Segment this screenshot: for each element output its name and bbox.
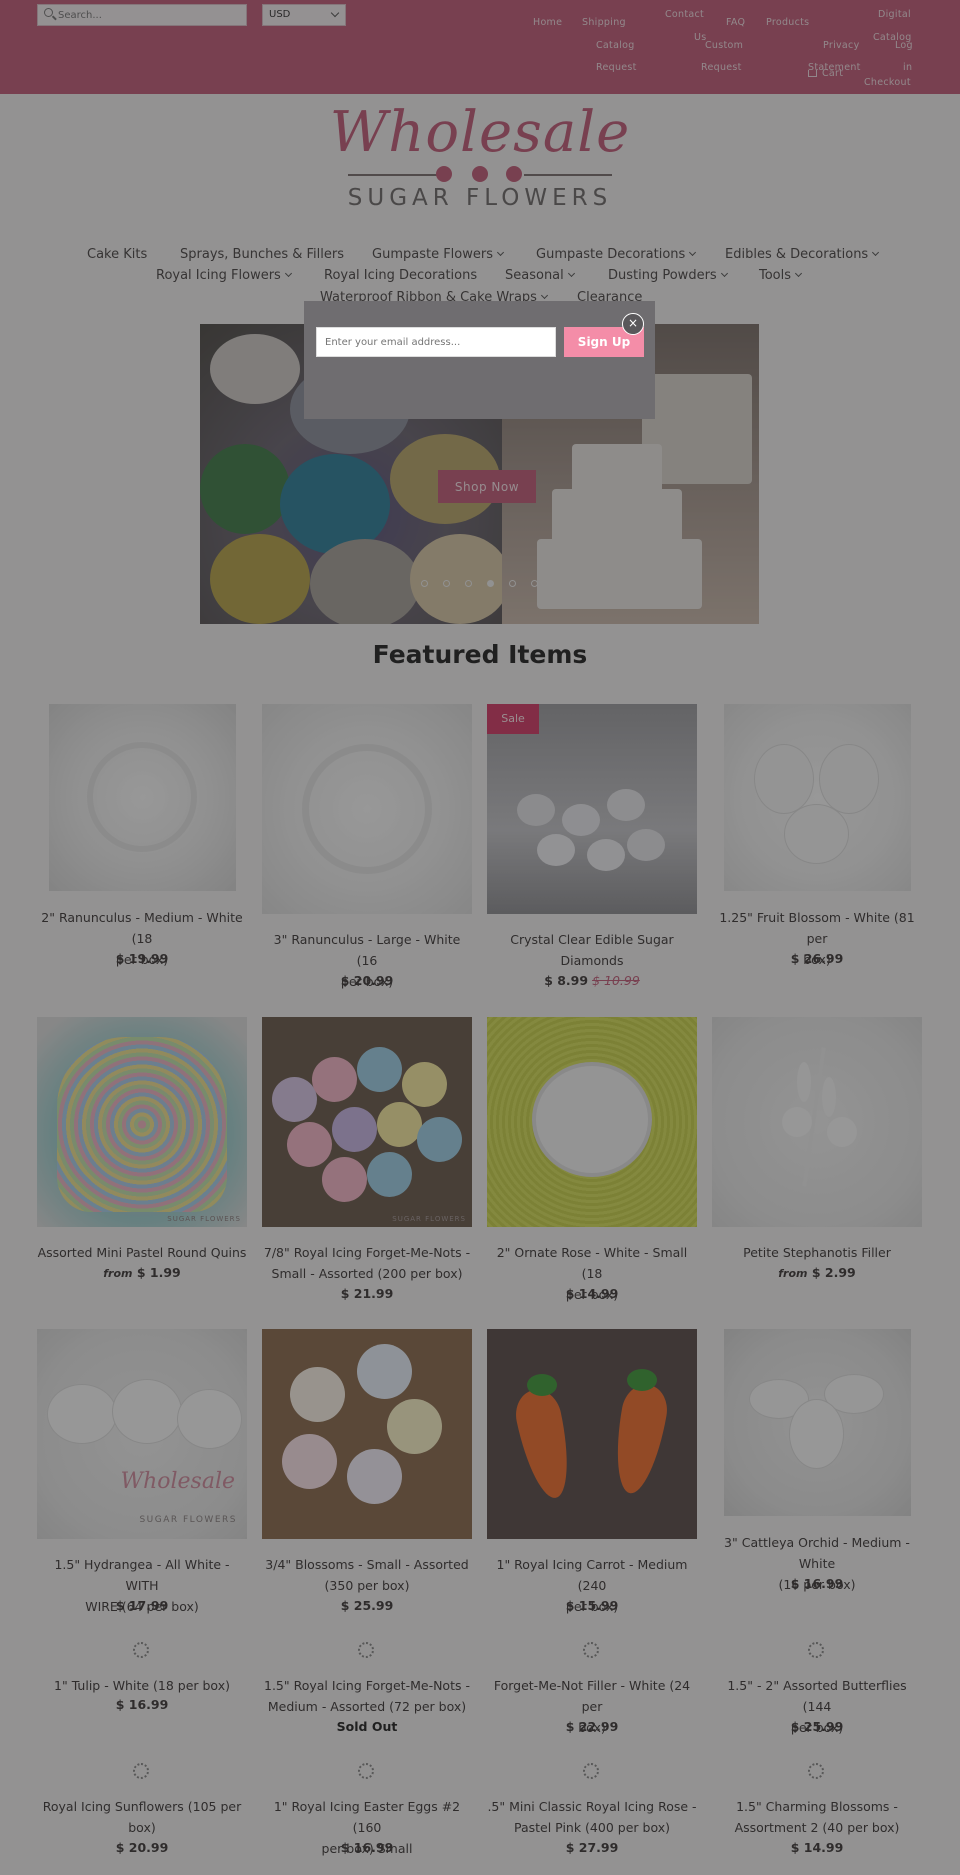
close-icon[interactable]: ×: [622, 313, 644, 335]
newsletter-popup: Sign Up: [304, 301, 655, 419]
modal-overlay[interactable]: [0, 0, 960, 1875]
email-field[interactable]: [316, 327, 556, 357]
